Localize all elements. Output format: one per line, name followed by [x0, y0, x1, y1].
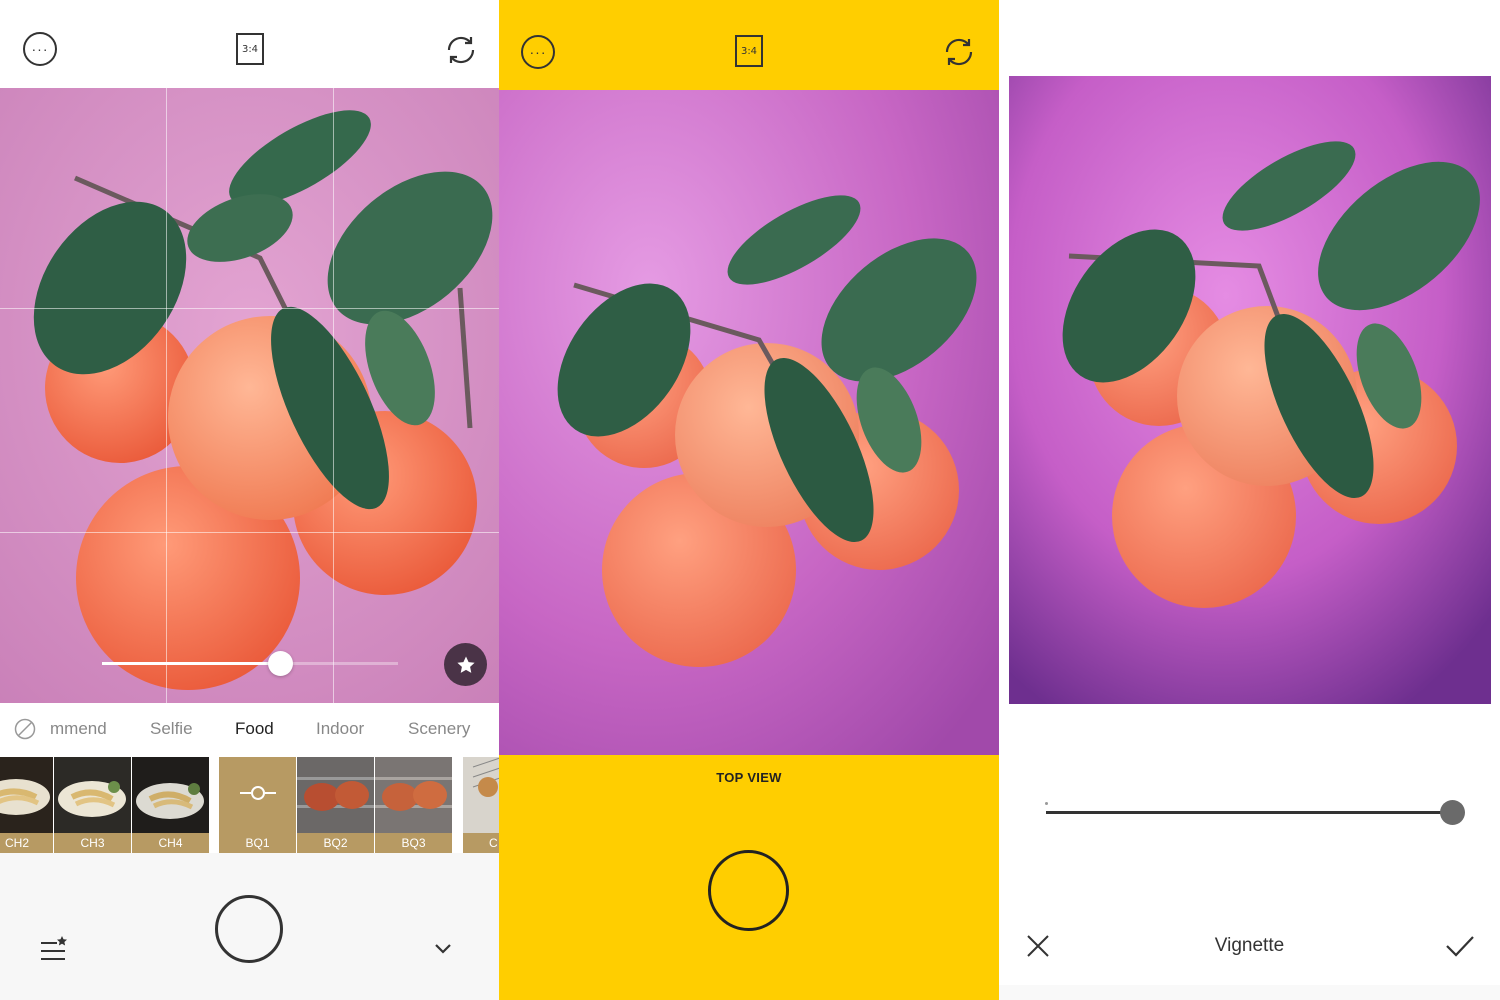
switch-camera-icon[interactable] — [441, 30, 481, 70]
aspect-ratio-button[interactable]: 3:4 — [236, 33, 264, 65]
tab-scenery[interactable]: Scenery — [408, 719, 470, 739]
tab-selfie[interactable]: Selfie — [150, 719, 193, 739]
switch-camera-icon[interactable] — [939, 32, 979, 72]
grid-line — [333, 88, 334, 703]
more-icon[interactable]: ··· — [521, 35, 555, 69]
filter-item[interactable]: CH4 — [132, 757, 209, 853]
aspect-ratio-button[interactable]: 3:4 — [735, 35, 763, 67]
chevron-down-icon[interactable] — [434, 942, 452, 956]
edited-photo — [1009, 76, 1491, 704]
favorite-button[interactable] — [444, 643, 487, 686]
slider-thumb[interactable] — [1440, 800, 1465, 825]
top-bar: ··· 3:4 — [499, 0, 999, 88]
filter-label: CH4 — [132, 833, 209, 853]
filter-strip: CH2 CH3 CH4 BQ1 BQ2 BQ3 C — [0, 757, 499, 853]
camera-preview[interactable] — [499, 90, 999, 755]
star-icon — [456, 656, 475, 673]
top-bar: ··· 3:4 — [0, 0, 499, 88]
bottom-edge — [999, 985, 1500, 1000]
top-view-panel: ··· 3:4 TOP VIEW — [499, 0, 999, 1000]
tool-title: Vignette — [1214, 935, 1285, 956]
slider-thumb[interactable] — [267, 651, 293, 676]
mode-label: TOP VIEW — [716, 770, 782, 785]
filter-item[interactable]: C — [463, 757, 499, 853]
check-icon[interactable] — [1445, 934, 1475, 958]
tab-food[interactable]: Food — [235, 719, 274, 739]
filter-item[interactable]: CH3 — [54, 757, 131, 853]
grid-line — [166, 88, 167, 703]
more-icon[interactable]: ··· — [23, 32, 57, 66]
category-tabs: mmend Selfie Food Indoor Scenery — [0, 703, 499, 753]
filter-label: BQ1 — [219, 833, 296, 853]
filter-intensity-slider[interactable] — [102, 651, 398, 676]
slider-fill — [102, 662, 280, 665]
filter-label: BQ3 — [375, 833, 452, 853]
filter-item[interactable]: BQ3 — [375, 757, 452, 853]
tab-recommend[interactable]: mmend — [50, 719, 107, 739]
aspect-ratio-label: 3:4 — [241, 43, 259, 55]
adjust-icon — [240, 786, 276, 800]
filter-label: CH3 — [54, 833, 131, 853]
camera-filter-panel: ··· 3:4 mmend Selfie Food Indoor Scenery… — [0, 0, 499, 1000]
grid-line — [0, 308, 499, 309]
filter-list-icon[interactable] — [40, 935, 68, 961]
shutter-button[interactable] — [215, 895, 283, 963]
filter-item[interactable]: BQ2 — [297, 757, 374, 853]
no-filter-icon[interactable] — [14, 718, 36, 740]
camera-preview[interactable] — [0, 88, 499, 703]
vignette-slider[interactable] — [1046, 800, 1465, 825]
grid-line — [0, 532, 499, 533]
tab-indoor[interactable]: Indoor — [316, 719, 364, 739]
filter-item-selected[interactable]: BQ1 — [219, 757, 296, 853]
shutter-button[interactable] — [708, 850, 789, 931]
filter-label: CH2 — [0, 833, 53, 853]
slider-origin-dot — [1045, 802, 1048, 805]
aspect-ratio-label: 3:4 — [740, 45, 758, 57]
filter-label: BQ2 — [297, 833, 374, 853]
filter-item[interactable]: CH2 — [0, 757, 53, 853]
edit-vignette-panel: Vignette — [999, 0, 1500, 1000]
filter-label: C — [463, 833, 499, 853]
